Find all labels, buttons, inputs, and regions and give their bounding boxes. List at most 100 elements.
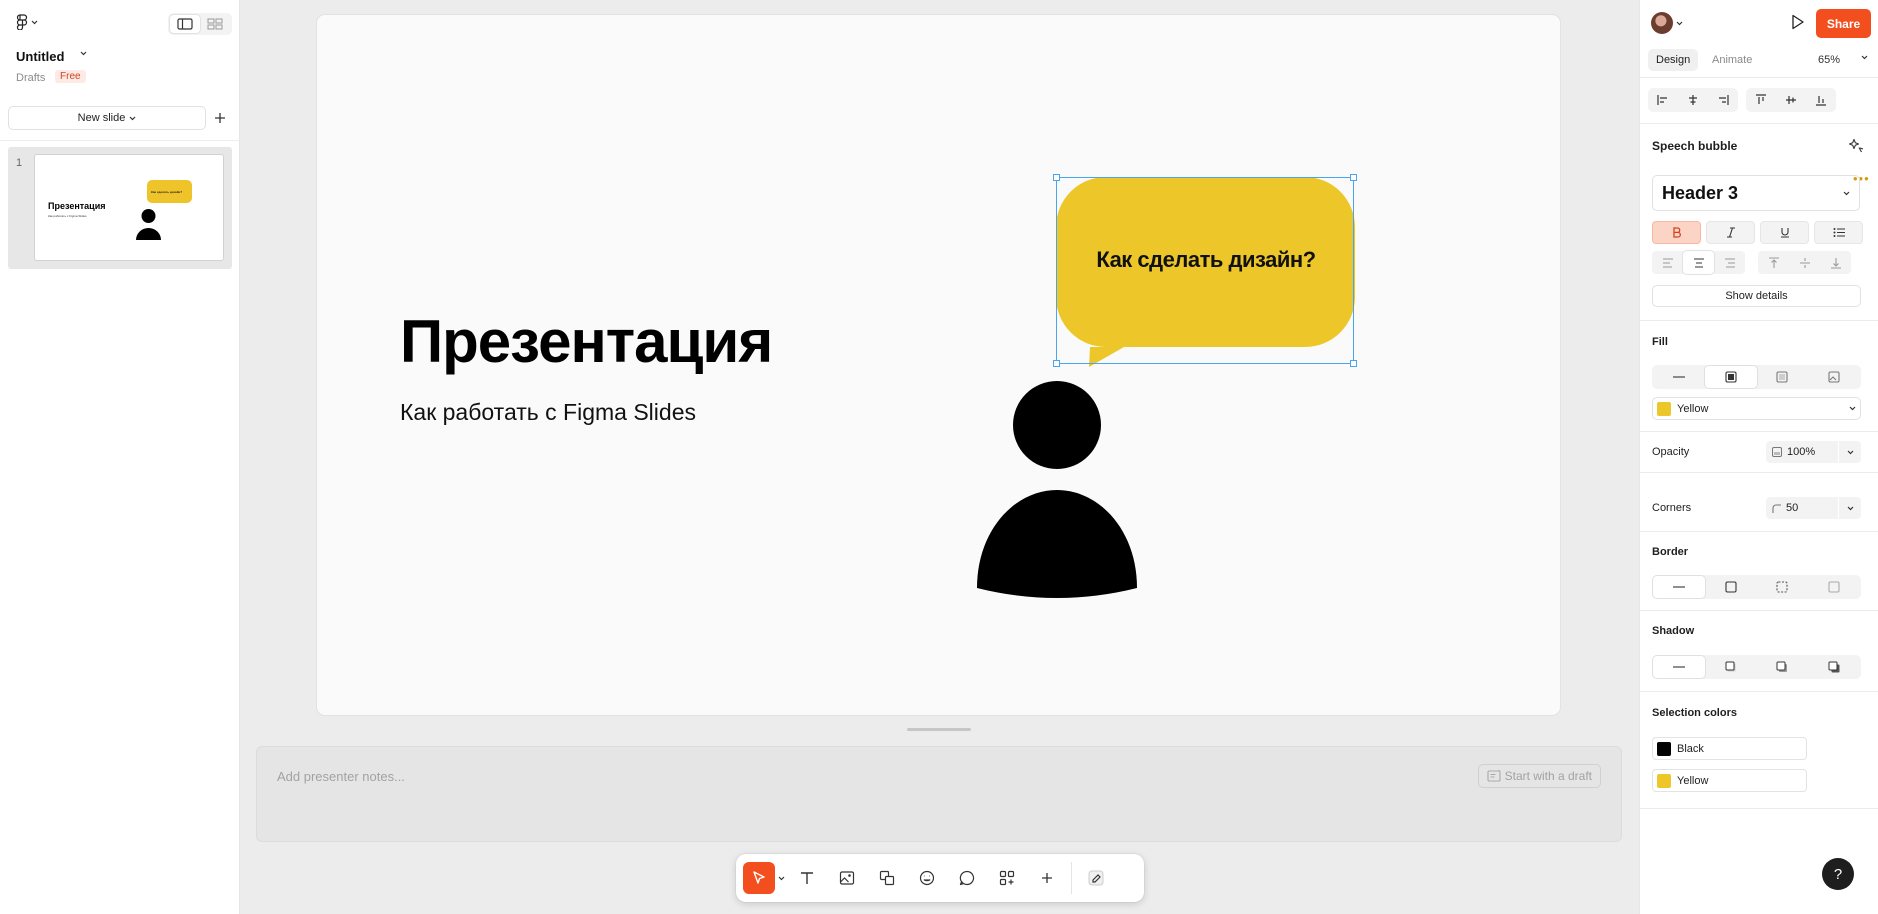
single-view-button[interactable] [170, 15, 200, 33]
stamp-tool-button[interactable] [911, 862, 943, 894]
corners-dropdown[interactable] [1839, 497, 1861, 519]
move-tool-button[interactable] [743, 862, 775, 894]
assets-icon [999, 870, 1015, 886]
shadow-medium-button[interactable] [1757, 656, 1809, 678]
corner-radius-icon [1772, 503, 1781, 513]
notes-resize-handle[interactable] [907, 728, 971, 731]
fill-label: Fill [1652, 336, 1668, 348]
border-dashed-button[interactable] [1757, 576, 1809, 598]
share-button[interactable]: Share [1816, 9, 1871, 38]
chevron-down-icon [1676, 21, 1683, 26]
slide-list-item[interactable]: 1 Презентация Как работать с Figma Slide… [8, 147, 232, 269]
corner-radius-input[interactable]: 50 [1766, 497, 1838, 519]
user-menu[interactable] [1651, 12, 1683, 34]
help-button[interactable]: ? [1822, 858, 1854, 890]
text-align-middle-button[interactable] [1789, 251, 1820, 274]
slide-subtitle[interactable]: Как работать с Figma Slides [400, 399, 696, 426]
slide-thumbnail[interactable]: Презентация Как работать с Figma Slides … [34, 154, 224, 261]
slide-number: 1 [16, 157, 23, 169]
speech-bubble[interactable]: Как сделать дизайн? [1056, 177, 1356, 384]
ai-sparkle-icon[interactable] [1848, 138, 1864, 154]
fill-color-swatch [1657, 401, 1671, 416]
tab-animate[interactable]: Animate [1704, 49, 1760, 71]
selection-color-item[interactable]: Yellow [1652, 769, 1807, 792]
shapes-tool-button[interactable] [871, 862, 903, 894]
align-bottom-icon [1815, 94, 1827, 106]
align-bottom-button[interactable] [1806, 88, 1836, 112]
shadow-small-button[interactable] [1705, 656, 1757, 678]
new-slide-button[interactable]: New slide [8, 106, 206, 130]
add-tool-button[interactable] [1031, 862, 1063, 894]
fill-image-button[interactable] [1808, 366, 1860, 388]
opacity-dropdown[interactable] [1839, 441, 1861, 463]
text-align-top-button[interactable] [1758, 251, 1789, 274]
text-align-bottom-button[interactable] [1820, 251, 1851, 274]
align-top-icon [1755, 94, 1767, 106]
grid-view-button[interactable] [200, 15, 230, 33]
underline-button[interactable] [1760, 221, 1809, 244]
selection-color-item[interactable]: Black [1652, 737, 1807, 760]
show-details-button[interactable]: Show details [1652, 285, 1861, 307]
draw-mode-button[interactable] [1080, 862, 1124, 894]
chevron-down-icon[interactable] [80, 51, 87, 56]
slide[interactable]: Презентация Как работать с Figma Slides … [317, 15, 1560, 715]
shadow-none-button[interactable] [1653, 656, 1705, 678]
zoom-level[interactable]: 65% [1818, 54, 1840, 66]
italic-button[interactable] [1706, 221, 1755, 244]
align-left-button[interactable] [1648, 88, 1678, 112]
chevron-down-icon [129, 116, 136, 121]
present-play-icon[interactable] [1791, 14, 1805, 30]
chevron-down-icon [1847, 450, 1854, 455]
person-icon[interactable] [975, 380, 1139, 600]
shadow-medium-icon [1776, 661, 1788, 673]
text-align-center-button[interactable] [1683, 251, 1714, 274]
chevron-down-icon[interactable] [1861, 55, 1868, 60]
text-align-left-button[interactable] [1652, 251, 1683, 274]
opacity-input[interactable]: 100% [1766, 441, 1838, 463]
align-right-button[interactable] [1708, 88, 1738, 112]
bold-icon [1672, 227, 1682, 238]
add-slide-button[interactable] [207, 106, 233, 130]
tab-design[interactable]: Design [1648, 49, 1699, 71]
text-style-dropdown[interactable]: Header 3 [1652, 175, 1860, 211]
assets-tool-button[interactable] [991, 862, 1023, 894]
bullet-list-button[interactable] [1814, 221, 1863, 244]
align-top-button[interactable] [1746, 88, 1776, 112]
file-title[interactable]: Untitled [16, 49, 64, 64]
speech-bubble-text[interactable]: Как сделать дизайн? [1056, 247, 1356, 273]
shadow-large-button[interactable] [1808, 656, 1860, 678]
plan-badge[interactable]: Free [55, 70, 86, 83]
align-center-button[interactable] [1678, 88, 1708, 112]
location-label[interactable]: Drafts [16, 72, 45, 84]
fill-solid-button[interactable] [1704, 366, 1757, 388]
fill-none-button[interactable] [1653, 366, 1705, 388]
notes-placeholder[interactable]: Add presenter notes... [277, 769, 405, 784]
thumbnail-subtitle: Как работать с Figma Slides [48, 214, 87, 218]
fill-gradient-button[interactable] [1757, 366, 1809, 388]
divider [0, 140, 240, 141]
selection-colors-section: Selection colors Black Yellow [1640, 692, 1878, 809]
chevron-down-icon [778, 876, 785, 881]
border-none-button[interactable] [1653, 576, 1705, 598]
shadow-large-icon [1828, 661, 1840, 673]
main-menu-button[interactable] [16, 14, 38, 30]
text-align-right-button[interactable] [1714, 251, 1745, 274]
corners-section: Corners 50 [1640, 473, 1878, 532]
comment-tool-button[interactable] [951, 862, 983, 894]
bold-button[interactable] [1652, 221, 1701, 244]
image-tool-button[interactable] [831, 862, 863, 894]
slide-title[interactable]: Презентация [400, 307, 773, 376]
text-tool-button[interactable] [791, 862, 823, 894]
move-tool-menu[interactable] [775, 862, 787, 894]
start-with-draft-button[interactable]: Start with a draft [1477, 764, 1601, 788]
border-light-button[interactable] [1808, 576, 1860, 598]
toolbar-divider [1071, 862, 1072, 894]
canvas[interactable]: Презентация Как работать с Figma Slides … [241, 0, 1638, 914]
new-slide-label: New slide [77, 112, 126, 124]
shadow-small-icon [1725, 661, 1737, 673]
chevron-down-icon [1849, 406, 1856, 411]
align-middle-button[interactable] [1776, 88, 1806, 112]
border-solid-button[interactable] [1705, 576, 1757, 598]
presenter-notes[interactable]: Add presenter notes... Start with a draf… [256, 746, 1622, 842]
fill-color-dropdown[interactable]: Yellow [1652, 397, 1861, 420]
